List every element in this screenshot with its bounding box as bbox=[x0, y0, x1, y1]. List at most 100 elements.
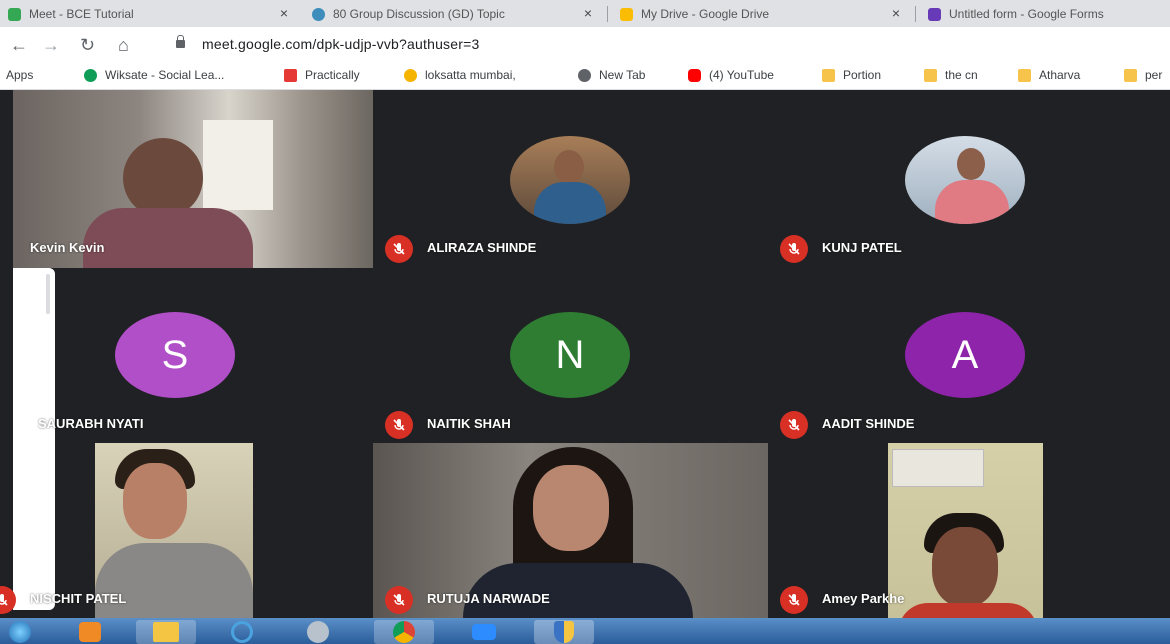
browser-toolbar: ← → ↻ ⌂ meet.google.com/dpk-udjp-vvb?aut… bbox=[0, 27, 1170, 64]
photo-face bbox=[554, 150, 584, 184]
muted-mic-icon bbox=[385, 235, 413, 263]
bookmark-atharva[interactable]: Atharva bbox=[1018, 68, 1080, 82]
gd-topics-icon bbox=[312, 7, 325, 21]
tab-separator bbox=[915, 6, 916, 22]
tab-title: My Drive - Google Drive bbox=[641, 7, 770, 21]
scrollbar-thumb[interactable] bbox=[46, 274, 50, 314]
home-icon[interactable]: ⌂ bbox=[118, 35, 129, 55]
tab-google-drive[interactable]: My Drive - Google Drive × bbox=[620, 2, 910, 26]
avatar-kunj bbox=[905, 136, 1025, 224]
bookmark-label: (4) YouTube bbox=[709, 68, 774, 82]
bookmark-label: per bbox=[1145, 68, 1163, 82]
bookmark-practically[interactable]: Practically bbox=[284, 68, 360, 82]
person-shirt bbox=[83, 208, 253, 268]
internet-explorer-icon bbox=[231, 621, 253, 643]
meet-participant-grid: Kevin Kevin ALIRAZA SHINDE KUNJ PATEL S … bbox=[0, 90, 1170, 618]
youtube-icon bbox=[688, 68, 701, 82]
bookmark-portion[interactable]: Portion bbox=[822, 68, 881, 82]
taskbar-internet-explorer[interactable] bbox=[212, 620, 272, 644]
address-bar[interactable]: meet.google.com/dpk-udjp-vvb?authuser=3 bbox=[202, 36, 479, 52]
avatar-naitik: N bbox=[510, 312, 630, 398]
taskbar-app[interactable] bbox=[288, 620, 348, 644]
participant-name: RUTUJA NARWADE bbox=[427, 591, 550, 606]
avatar-aliraza bbox=[510, 136, 630, 224]
taskbar-media-player[interactable] bbox=[60, 620, 120, 644]
folder-icon bbox=[1018, 68, 1031, 82]
bookmark-new-tab[interactable]: New Tab bbox=[578, 68, 645, 82]
photo-shirt bbox=[534, 182, 606, 224]
avatar-letter: N bbox=[555, 332, 585, 377]
participant-name: SAURABH NYATI bbox=[38, 416, 144, 431]
participant-name: KUNJ PATEL bbox=[822, 240, 902, 255]
muted-mic-icon bbox=[385, 586, 413, 614]
tab-title: 80 Group Discussion (GD) Topic bbox=[333, 7, 505, 21]
window-ac bbox=[892, 449, 984, 487]
bookmark-label: Apps bbox=[6, 68, 34, 82]
taskbar-security[interactable] bbox=[534, 620, 594, 644]
chrome-icon bbox=[393, 621, 415, 643]
bookmark-loksatta[interactable]: loksatta mumbai, bbox=[404, 68, 516, 82]
folder-icon bbox=[924, 68, 937, 82]
window-light bbox=[203, 120, 273, 210]
bookmark-label: New Tab bbox=[599, 68, 646, 82]
side-panel[interactable] bbox=[13, 268, 55, 610]
person-shirt bbox=[95, 543, 253, 618]
back-arrow-icon[interactable]: ← bbox=[10, 35, 28, 55]
close-icon[interactable]: × bbox=[280, 5, 288, 21]
bookmarks-bar: Apps Wiksate - Social Lea... Practically… bbox=[0, 63, 1170, 90]
person-face bbox=[932, 527, 998, 607]
participant-name: NAITIK SHAH bbox=[427, 416, 511, 431]
bookmark-per[interactable]: per bbox=[1124, 68, 1162, 82]
tab-meet[interactable]: Meet - BCE Tutorial × bbox=[8, 2, 298, 26]
bookmark-youtube[interactable]: (4) YouTube bbox=[688, 68, 774, 82]
close-icon[interactable]: × bbox=[584, 5, 592, 21]
tab-gd-topics[interactable]: 80 Group Discussion (GD) Topic × bbox=[312, 2, 602, 26]
folder-icon bbox=[822, 68, 835, 82]
avatar-saurabh: S bbox=[115, 312, 235, 398]
participant-name: Kevin Kevin bbox=[30, 240, 105, 255]
participant-video-amey[interactable] bbox=[888, 443, 1043, 618]
zoom-camera-icon bbox=[472, 624, 496, 640]
photo-face bbox=[957, 148, 985, 180]
windows-logo-icon bbox=[9, 621, 31, 643]
bookmark-label: Atharva bbox=[1039, 68, 1081, 82]
shield-icon bbox=[554, 621, 574, 643]
participant-name: ALIRAZA SHINDE bbox=[427, 240, 537, 255]
bookmark-wiksate[interactable]: Wiksate - Social Lea... bbox=[84, 68, 224, 82]
forward-arrow-icon[interactable]: → bbox=[42, 35, 60, 55]
bookmark-label: Practically bbox=[305, 68, 360, 82]
bookmark-label: Wiksate - Social Lea... bbox=[105, 68, 225, 82]
tab-title: Meet - BCE Tutorial bbox=[29, 7, 134, 21]
avatar-aadit: A bbox=[905, 312, 1025, 398]
reload-icon[interactable]: ↻ bbox=[80, 35, 95, 55]
bookmark-apps[interactable]: Apps bbox=[6, 68, 33, 82]
app-icon bbox=[307, 621, 329, 643]
avatar-letter: A bbox=[951, 332, 979, 377]
bookmark-label: loksatta mumbai, bbox=[425, 68, 516, 82]
person-face bbox=[123, 463, 187, 539]
person-silhouette bbox=[123, 138, 203, 218]
tab-google-forms[interactable]: Untitled form - Google Forms bbox=[928, 2, 1170, 26]
taskbar-file-explorer[interactable] bbox=[136, 620, 196, 644]
taskbar-chrome[interactable] bbox=[374, 620, 434, 644]
close-icon[interactable]: × bbox=[892, 5, 900, 21]
bookmark-the-cn[interactable]: the cn bbox=[924, 68, 978, 82]
wiksate-icon bbox=[84, 68, 97, 82]
start-button[interactable] bbox=[0, 620, 40, 644]
person-face bbox=[533, 465, 609, 551]
folder-icon bbox=[153, 622, 179, 642]
lock-icon bbox=[176, 35, 185, 48]
google-drive-icon bbox=[620, 7, 633, 21]
muted-mic-icon bbox=[780, 235, 808, 263]
participant-name: AADIT SHINDE bbox=[822, 416, 915, 431]
os-taskbar bbox=[0, 618, 1170, 644]
folder-icon bbox=[1124, 68, 1137, 82]
muted-mic-icon bbox=[385, 411, 413, 439]
participant-name: NISCHIT PATEL bbox=[30, 591, 127, 606]
muted-mic-icon bbox=[780, 586, 808, 614]
bookmark-label: the cn bbox=[945, 68, 978, 82]
avatar-letter: S bbox=[161, 332, 189, 377]
person-shirt bbox=[898, 603, 1038, 618]
taskbar-zoom[interactable] bbox=[454, 620, 514, 644]
participant-name: Amey Parkhe bbox=[822, 591, 905, 606]
